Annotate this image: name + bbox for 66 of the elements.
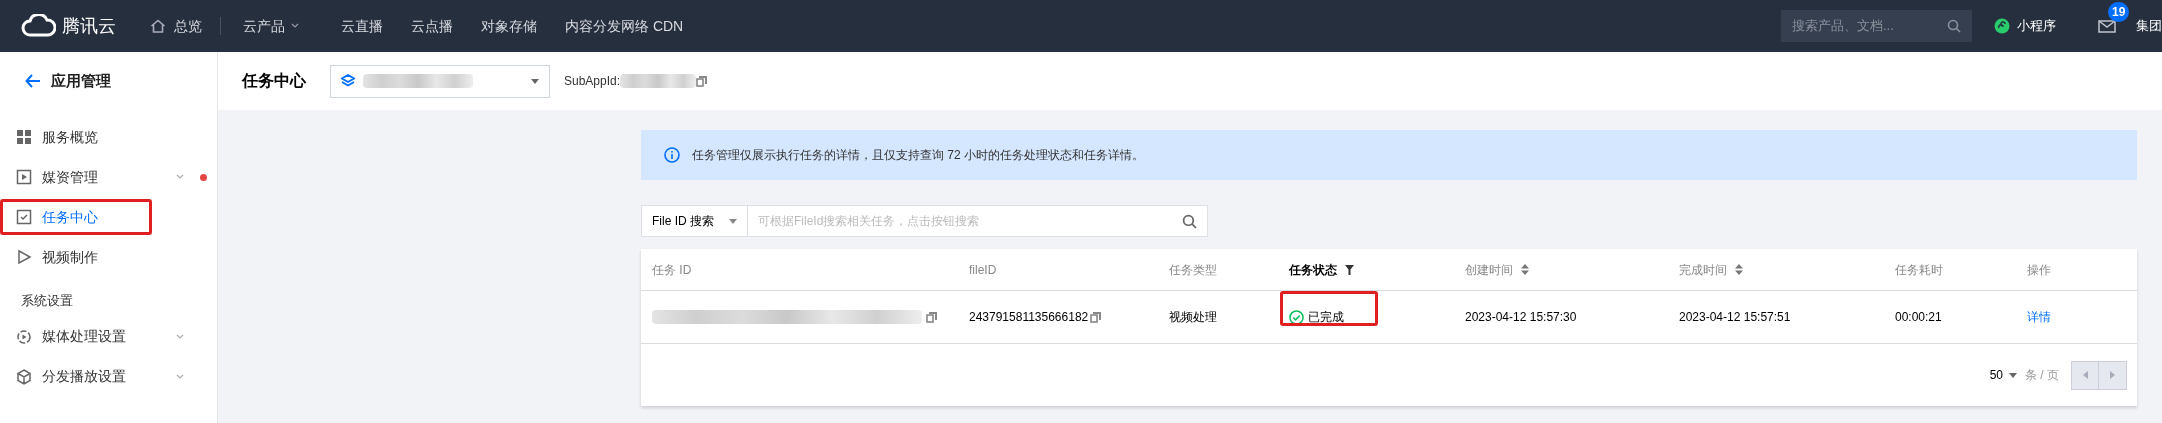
back-link[interactable]: 应用管理 (0, 70, 217, 92)
nav-dropdown[interactable]: 云产品 (243, 15, 299, 37)
subappid-label: SubAppId: (564, 73, 621, 90)
message-count-badge: 19 (2108, 1, 2130, 22)
search-icon (1182, 213, 1197, 229)
nav-link[interactable]: 云点播 (411, 15, 453, 37)
logo-text: 腾讯云 (62, 14, 116, 38)
mail-icon[interactable] (2098, 19, 2116, 33)
page-size-dropdown[interactable]: 50 (1989, 366, 2017, 384)
sidebar-item[interactable]: 视频制作 (0, 237, 217, 277)
page-title: 任务中心 (242, 71, 306, 91)
caret-icon (729, 218, 737, 224)
cloud-logo-icon[interactable] (20, 14, 56, 38)
sidebar-item[interactable]: 分发播放设置 (0, 356, 217, 397)
table-cell-text: 2023-04-12 15:57:51 (1679, 309, 1792, 326)
column-header: 任务类型 (1169, 261, 1218, 279)
column-header: 任务耗时 (1895, 261, 1944, 279)
sidebar-item[interactable]: 媒资管理 (0, 157, 217, 197)
play-icon (16, 249, 32, 265)
sidebar-item[interactable]: 媒体处理设置 (0, 316, 217, 357)
nav-link[interactable]: 总览 (150, 15, 220, 37)
filter-icon (1345, 264, 1354, 275)
notice-text: 任务管理仅展示执行任务的详情，且仅支持查询 72 小时的任务处理状态和任务详情。 (692, 147, 1144, 164)
column-header: 任务 ID (651, 261, 693, 279)
column-header[interactable]: 创建时间 (1465, 260, 1679, 279)
chevron-down-icon (291, 23, 299, 29)
nav-link[interactable]: 内容分发网络 CDN (565, 15, 684, 37)
media-icon (16, 169, 32, 185)
grid-icon (16, 129, 32, 145)
status-text: 已完成 (1308, 309, 1344, 326)
back-arrow-icon (25, 74, 41, 88)
info-icon (664, 147, 680, 163)
table-cell-text: 00:00:21 (1895, 309, 1943, 326)
cube-icon (16, 368, 32, 385)
table-cell-text: 视频处理 (1169, 309, 1218, 326)
column-header: fileID (969, 261, 998, 279)
search-icon (1947, 19, 1961, 33)
page-size-unit: 条 / 页 (2025, 367, 2059, 384)
sidebar-item[interactable]: 任务中心 (0, 197, 217, 237)
search-type-dropdown[interactable]: File ID 搜索 (641, 205, 748, 237)
copy-icon[interactable] (926, 311, 938, 323)
copy-icon[interactable] (1090, 311, 1103, 323)
sort-icon (1521, 264, 1529, 275)
table-cell-text: 2023-04-12 15:57:30 (1465, 309, 1578, 326)
account-name[interactable]: 集团 (2136, 16, 2162, 36)
sidebar-item[interactable]: 服务概览 (0, 117, 217, 157)
details-link[interactable]: 详情 (2027, 308, 2051, 326)
nav-link[interactable]: 对象存储 (481, 15, 537, 37)
sort-icon (1735, 264, 1743, 275)
home-icon (150, 19, 166, 33)
column-header: 操作 (2027, 261, 2052, 279)
caret-left-icon (2082, 371, 2088, 379)
copy-icon[interactable] (696, 75, 709, 87)
column-header[interactable]: 任务状态 (1289, 260, 1465, 279)
column-header[interactable]: 完成时间 (1679, 260, 1895, 279)
nav-link[interactable]: 云直播 (341, 15, 383, 37)
section-label: 系统设置 (20, 292, 74, 310)
check-circle-icon (1289, 309, 1304, 325)
mini-program-icon (1994, 18, 2010, 34)
mini-program-link[interactable]: 小程序 (1994, 16, 2056, 36)
caret-icon (531, 78, 539, 84)
layers-icon (341, 74, 355, 88)
caret-icon (2009, 372, 2017, 378)
checkbox-icon (16, 209, 32, 225)
caret-right-icon (2110, 371, 2115, 379)
table-cell-text: 243791581135666182 (969, 309, 1089, 326)
